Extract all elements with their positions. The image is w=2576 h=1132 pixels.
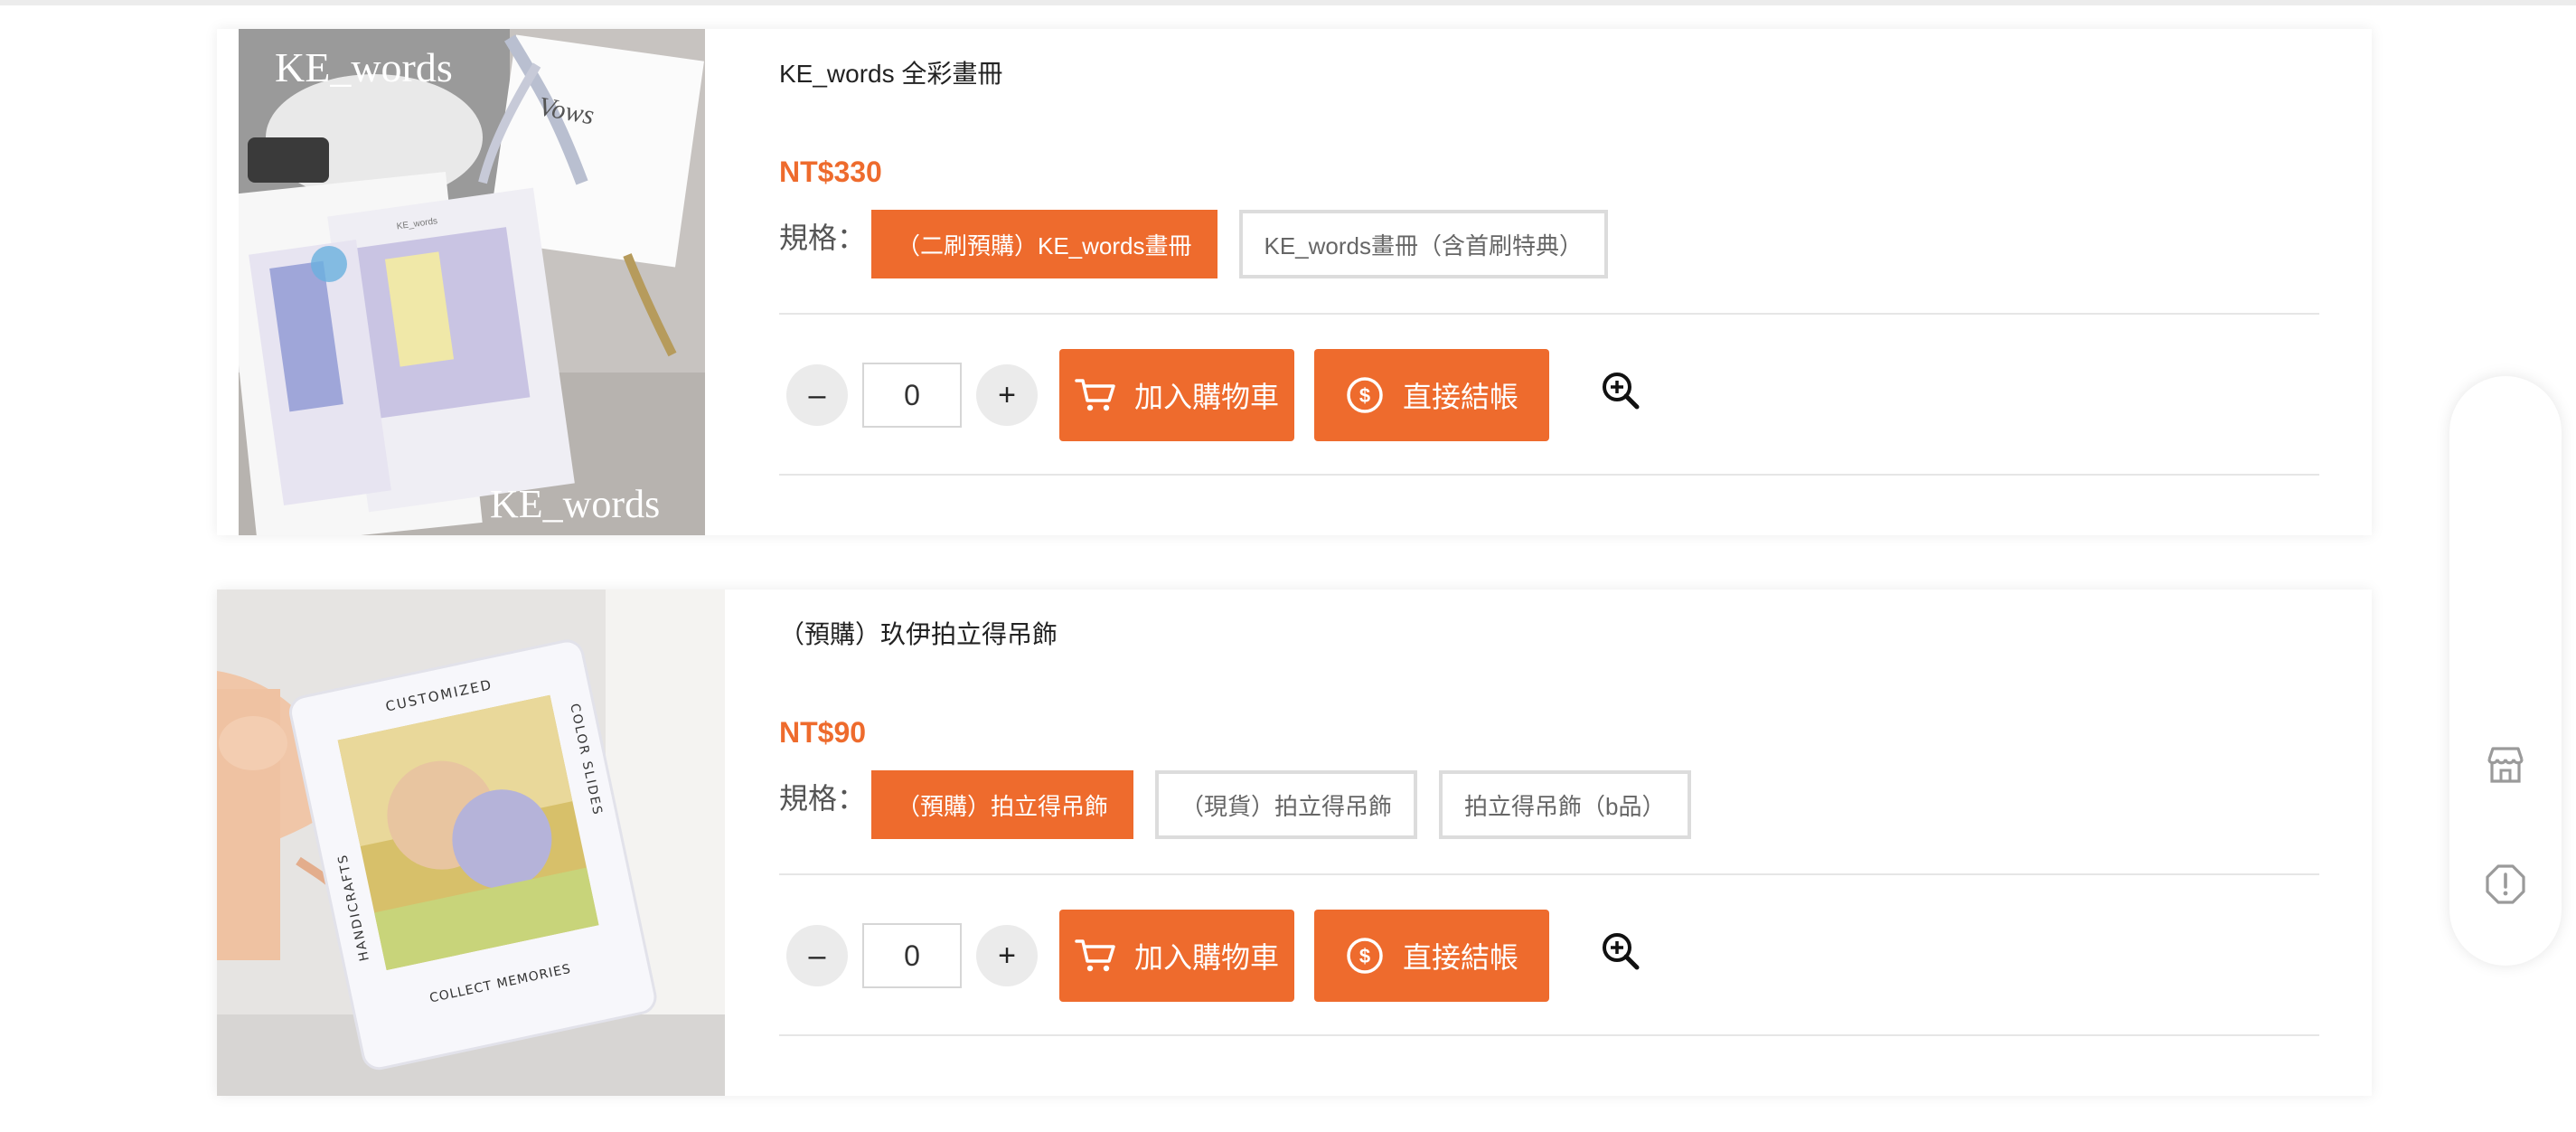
add-to-cart-label: 加入購物車 (1133, 941, 1279, 974)
spec-label: 規格： (779, 222, 867, 254)
svg-text:$: $ (1359, 384, 1370, 407)
divider (779, 313, 2319, 315)
decrease-button[interactable]: – (786, 925, 848, 986)
image-text-bottom: KE_words (490, 482, 660, 526)
product-title[interactable]: （預購）玖伊拍立得吊飾 (779, 615, 1058, 651)
checkout-button[interactable]: $ 直接結帳 (1314, 910, 1549, 1002)
product-info: （預購）玖伊拍立得吊飾 NT$90 規格： （預購）拍立得吊飾 （現貨）拍立得吊… (779, 590, 2319, 1096)
quantity-input[interactable] (862, 923, 962, 988)
divider (779, 873, 2319, 875)
add-to-cart-button[interactable]: 加入購物車 (1059, 910, 1294, 1002)
image-text-top: KE_words (275, 44, 453, 90)
product-card: CUSTOMIZED COLLECT MEMORIES HANDICRAFTS … (217, 590, 2372, 1096)
zoom-in-icon[interactable] (1600, 370, 1641, 411)
top-divider (0, 0, 2576, 5)
spec-options: （二刷預購）KE_words畫冊 KE_words畫冊（含首刷特典） (871, 210, 1608, 278)
add-to-cart-button[interactable]: 加入購物車 (1059, 349, 1294, 441)
product-image[interactable]: KE_words KE_words Vows KE_words (239, 29, 705, 535)
store-icon[interactable] (2484, 743, 2527, 787)
product-card: KE_words KE_words Vows KE_words KE_words… (217, 29, 2372, 535)
decrease-button[interactable]: – (786, 364, 848, 426)
cart-icon (1075, 939, 1115, 972)
cart-icon (1075, 379, 1115, 411)
checkout-label: 直接結帳 (1402, 941, 1518, 974)
divider (779, 474, 2319, 476)
spec-label: 規格： (779, 782, 867, 815)
quantity-input[interactable] (862, 363, 962, 428)
product-info: KE_words 全彩畫冊 NT$330 規格： （二刷預購）KE_words畫… (779, 29, 2319, 535)
spec-option-selected[interactable]: （預購）拍立得吊飾 (871, 770, 1134, 839)
svg-text:$: $ (1359, 945, 1370, 967)
divider (779, 1034, 2319, 1036)
floating-action-bar (2449, 376, 2562, 966)
dollar-icon: $ (1347, 938, 1383, 974)
purchase-row: – + 加入購物車 $ 直接結帳 (786, 910, 1641, 1002)
dollar-icon: $ (1347, 377, 1383, 413)
increase-button[interactable]: + (976, 925, 1038, 986)
purchase-row: – + 加入購物車 $ 直接結帳 (786, 349, 1641, 441)
product-image[interactable]: CUSTOMIZED COLLECT MEMORIES HANDICRAFTS … (217, 590, 725, 1096)
spec-option[interactable]: （現貨）拍立得吊飾 (1155, 770, 1418, 839)
add-to-cart-label: 加入購物車 (1133, 381, 1279, 413)
alert-icon[interactable] (2484, 863, 2527, 906)
zoom-in-icon[interactable] (1600, 930, 1641, 972)
spec-option[interactable]: 拍立得吊飾（b品） (1439, 770, 1691, 839)
product-title[interactable]: KE_words 全彩畫冊 (779, 54, 1002, 90)
product-price: NT$330 (779, 156, 882, 188)
checkout-button[interactable]: $ 直接結帳 (1314, 349, 1549, 441)
spec-option-selected[interactable]: （二刷預購）KE_words畫冊 (871, 210, 1217, 278)
increase-button[interactable]: + (976, 364, 1038, 426)
spec-option[interactable]: KE_words畫冊（含首刷特典） (1238, 210, 1608, 278)
product-price: NT$90 (779, 716, 867, 749)
checkout-label: 直接結帳 (1402, 381, 1518, 413)
spec-options: （預購）拍立得吊飾 （現貨）拍立得吊飾 拍立得吊飾（b品） (871, 770, 1691, 839)
